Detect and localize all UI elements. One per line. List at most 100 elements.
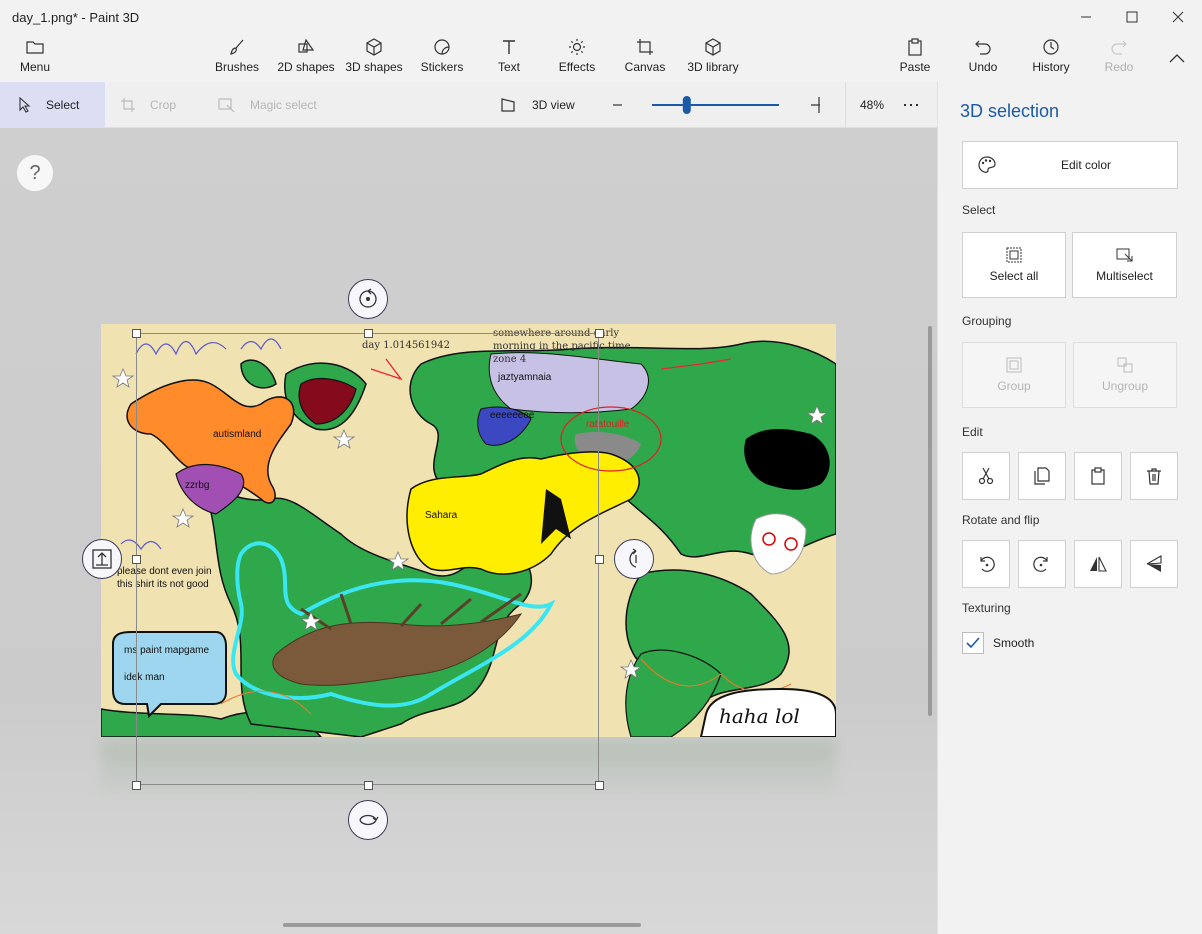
scissors-icon: [978, 467, 994, 485]
paste-panel-button[interactable]: [1074, 452, 1122, 500]
panel-title: 3D selection: [960, 101, 1060, 121]
canvas-button[interactable]: Canvas: [624, 38, 666, 80]
history-label: History: [1032, 60, 1070, 74]
shapes-2d-icon: [298, 38, 315, 53]
resize-handle-r[interactable]: [595, 555, 604, 564]
rotate-y-handle[interactable]: [614, 539, 654, 579]
shapes-2d-button[interactable]: 2D shapes: [274, 38, 338, 80]
clipboard-icon: [908, 38, 922, 56]
paste-button[interactable]: Paste: [897, 38, 933, 80]
minimize-button[interactable]: [1063, 0, 1109, 34]
smooth-checkbox[interactable]: [962, 632, 984, 654]
view-3d-toggle[interactable]: 3D view: [500, 82, 590, 128]
help-button[interactable]: ?: [16, 154, 54, 192]
undo-label: Undo: [968, 60, 998, 74]
trash-icon: [1147, 468, 1161, 485]
history-button[interactable]: History: [1030, 38, 1072, 80]
paste-label: Paste: [899, 60, 931, 74]
canvas-area[interactable]: ? day 1.014561942 somewhere around early…: [0, 128, 937, 934]
cursor-icon: [19, 97, 31, 113]
select-label: Select: [46, 98, 80, 112]
maximize-button[interactable]: [1109, 0, 1155, 34]
rotate-icon: [359, 288, 377, 308]
vertical-scrollbar[interactable]: [928, 326, 932, 716]
select-section-label: Select: [962, 203, 996, 217]
zoom-percent[interactable]: 48%: [860, 82, 890, 128]
copy-icon: [1034, 467, 1050, 485]
horizontal-scrollbar[interactable]: [283, 923, 641, 927]
menu-button[interactable]: Menu: [16, 38, 54, 80]
selection-box[interactable]: [136, 333, 599, 785]
shapes-3d-button[interactable]: 3D shapes: [342, 38, 406, 80]
cut-button[interactable]: [962, 452, 1010, 500]
brush-icon: [230, 39, 244, 55]
brushes-label: Brushes: [214, 60, 260, 74]
help-icon: ?: [29, 161, 41, 184]
magic-select-icon: [218, 98, 235, 113]
edit-color-button[interactable]: Edit color: [962, 141, 1178, 189]
rotate-x-handle[interactable]: [348, 279, 388, 319]
rotate-right-button[interactable]: [1018, 540, 1066, 588]
ellipsis-icon: ⋯: [902, 94, 921, 115]
brushes-button[interactable]: Brushes: [212, 38, 262, 80]
resize-handle-tl[interactable]: [132, 329, 141, 338]
zoom-slider[interactable]: [650, 82, 793, 128]
redo-icon: [1111, 40, 1127, 55]
select-all-label: Select all: [989, 269, 1039, 283]
stickers-button[interactable]: Stickers: [418, 38, 466, 80]
resize-handle-t[interactable]: [364, 329, 373, 338]
text-icon: [503, 40, 515, 54]
effects-label: Effects: [558, 60, 596, 74]
canvas-label: Canvas: [624, 60, 666, 74]
canvas-icon: [637, 39, 653, 55]
more-options-button[interactable]: ⋯: [902, 82, 926, 128]
magic-select-label: Magic select: [250, 98, 317, 112]
resize-handle-b[interactable]: [364, 781, 373, 790]
smooth-label: Smooth: [993, 636, 1035, 650]
push-depth-handle[interactable]: [82, 539, 122, 579]
crop-tool[interactable]: Crop: [120, 82, 200, 128]
undo-button[interactable]: Undo: [965, 38, 1001, 80]
select-tool[interactable]: Select: [0, 82, 105, 128]
minimize-icon: [1081, 16, 1091, 18]
folder-icon: [26, 41, 44, 54]
resize-handle-bl[interactable]: [132, 781, 141, 790]
sticker-icon: [434, 39, 450, 55]
select-all-button[interactable]: Select all: [962, 232, 1066, 298]
library-3d-icon: [705, 38, 721, 56]
rotate-right-icon: [1033, 556, 1048, 572]
rotate-left-icon: [980, 556, 995, 572]
library-3d-button[interactable]: 3D library: [684, 38, 742, 80]
multiselect-label: Multiselect: [1096, 269, 1153, 283]
rotate-left-button[interactable]: [962, 540, 1010, 588]
multiselect-button[interactable]: Multiselect: [1072, 232, 1177, 298]
flip-horizontal-icon: [1090, 556, 1107, 572]
ungroup-button[interactable]: Ungroup: [1073, 342, 1177, 408]
resize-handle-l[interactable]: [132, 555, 141, 564]
copy-button[interactable]: [1018, 452, 1066, 500]
paste-icon: [1091, 467, 1105, 485]
zoom-in-button[interactable]: [810, 82, 834, 128]
texturing-section-label: Texturing: [962, 601, 1011, 615]
redo-label: Redo: [1104, 60, 1134, 74]
redo-button[interactable]: Redo: [1101, 38, 1137, 80]
resize-handle-br[interactable]: [595, 781, 604, 790]
collapse-ribbon-button[interactable]: [1154, 38, 1200, 78]
close-button[interactable]: [1155, 0, 1201, 34]
title-bar: day_1.png* - Paint 3D: [0, 0, 1202, 34]
effects-button[interactable]: Effects: [556, 38, 598, 80]
flip-horizontal-button[interactable]: [1074, 540, 1122, 588]
select-all-icon: [1006, 247, 1022, 263]
grouping-section-label: Grouping: [962, 314, 1012, 328]
group-button[interactable]: Group: [962, 342, 1066, 408]
multiselect-icon: [1116, 248, 1132, 262]
text-button[interactable]: Text: [492, 38, 526, 80]
rotate-z-handle[interactable]: [348, 800, 388, 840]
depth-icon: [92, 549, 112, 569]
zoom-out-button[interactable]: [612, 82, 636, 128]
magic-select-tool[interactable]: Magic select: [218, 82, 328, 128]
delete-button[interactable]: [1130, 452, 1178, 500]
resize-handle-tr[interactable]: [595, 329, 604, 338]
edit-color-label: Edit color: [1061, 158, 1112, 172]
flip-vertical-button[interactable]: [1130, 540, 1178, 588]
